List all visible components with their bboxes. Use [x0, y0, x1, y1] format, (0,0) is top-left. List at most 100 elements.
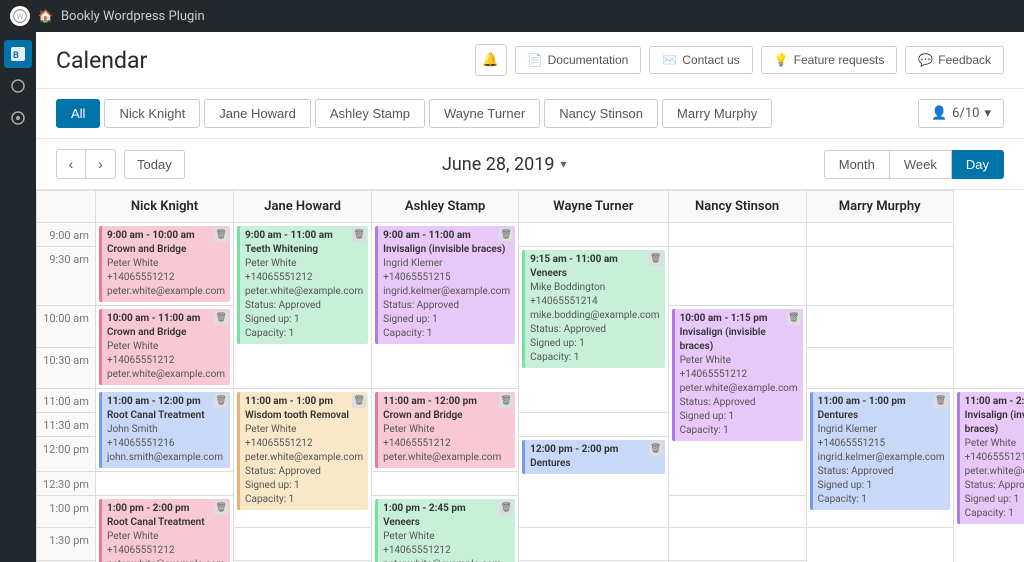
event-delete-button[interactable]: 🗑 [499, 228, 513, 242]
calendar-event: 🗑9:00 am - 11:00 amTeeth WhiteningPeter … [237, 226, 368, 344]
calendar-event: 🗑10:00 am - 1:15 pmInvisalign (invisible… [672, 309, 803, 441]
calendar-table-wrap: Nick Knight Jane Howard Ashley Stamp Way… [36, 190, 1024, 562]
app-layout: B Calendar 🔔 📄 Documentation ✉️ Contact … [0, 32, 1024, 562]
sidebar-circle[interactable] [4, 72, 32, 100]
calendar-cell[interactable] [806, 223, 953, 247]
calendar-cell[interactable] [668, 528, 806, 560]
notifications-button[interactable]: 🔔 [475, 44, 507, 76]
calendar-cell[interactable]: 🗑9:00 am - 11:00 amTeeth WhiteningPeter … [234, 223, 372, 389]
tab-ashley-stamp[interactable]: Ashley Stamp [315, 99, 425, 128]
calendar-cell[interactable]: 🗑1:00 pm - 2:00 pmRoot Canal TreatmentPe… [95, 496, 233, 562]
sidebar-arrow[interactable] [4, 104, 32, 132]
tab-all[interactable]: All [56, 99, 100, 128]
staff-count-value: 6/10 [952, 106, 979, 121]
calendar-cell[interactable]: 🗑9:00 am - 10:00 amCrown and BridgePeter… [95, 223, 233, 306]
col-header-marry: Marry Murphy [806, 191, 953, 223]
calendar-event: 🗑11:00 am - 1:00 pmWisdom tooth RemovalP… [237, 392, 368, 510]
time-label: 12:00 pm [37, 437, 96, 472]
event-delete-button[interactable]: 🗑 [499, 394, 513, 408]
next-button[interactable]: › [86, 149, 116, 179]
calendar-cell[interactable]: 🗑11:00 am - 1:00 pmDenturesIngrid Klemer… [806, 389, 953, 528]
event-delete-button[interactable]: 🗑 [934, 394, 948, 408]
calendar-cell[interactable]: 🗑11:00 am - 12:00 pmCrown and BridgePete… [372, 389, 519, 472]
calendar-nav: ‹ › Today June 28, 2019 ▾ Month Week Day [36, 139, 1024, 190]
plugin-name: Bookly Wordpress Plugin [61, 9, 205, 24]
calendar-event: 🗑11:00 am - 2:15 pmInvisalign (invisible… [957, 392, 1024, 524]
nav-arrows: ‹ › [56, 149, 116, 179]
event-delete-button[interactable]: 🗑 [352, 228, 366, 242]
calendar-cell[interactable]: 🗑11:00 am - 1:00 pmWisdom tooth RemovalP… [234, 389, 372, 528]
calendar-cell[interactable] [668, 223, 806, 247]
time-header [37, 191, 96, 223]
view-week-button[interactable]: Week [890, 150, 952, 179]
feedback-button[interactable]: 💬 Feedback [905, 46, 1004, 74]
calendar-event: 🗑11:00 am - 12:00 pmRoot Canal Treatment… [99, 392, 230, 468]
documentation-button[interactable]: 📄 Documentation [515, 46, 642, 74]
calendar-cell[interactable] [519, 223, 668, 247]
calendar-event: 🗑10:00 am - 11:00 amCrown and BridgePete… [99, 309, 230, 385]
calendar-cell[interactable]: 🗑11:00 am - 12:00 pmRoot Canal Treatment… [95, 389, 233, 472]
calendar-cell[interactable]: 🗑9:00 am - 11:00 amInvisalign (invisible… [372, 223, 519, 389]
staff-count[interactable]: 👤 6/10 ▾ [918, 99, 1004, 128]
prev-button[interactable]: ‹ [56, 149, 86, 179]
event-delete-button[interactable]: 🗑 [499, 501, 513, 515]
svg-text:B: B [13, 51, 19, 61]
calendar-cell[interactable] [806, 306, 953, 348]
col-header-nick: Nick Knight [95, 191, 233, 223]
tab-jane-howard[interactable]: Jane Howard [204, 99, 311, 128]
sidebar-bookly[interactable]: B [4, 40, 32, 68]
calendar-cell[interactable]: 🗑11:00 am - 2:15 pmInvisalign (invisible… [953, 389, 1024, 562]
page-header: Calendar 🔔 📄 Documentation ✉️ Contact us… [36, 32, 1024, 89]
calendar-event: 🗑11:00 am - 1:00 pmDenturesIngrid Klemer… [810, 392, 950, 510]
calendar-cell[interactable]: 🗑9:15 am - 11:00 amVeneersMike Boddingto… [519, 247, 668, 413]
tab-nick-knight[interactable]: Nick Knight [104, 99, 200, 128]
event-delete-button[interactable]: 🗑 [214, 501, 228, 515]
calendar-cell[interactable] [668, 496, 806, 528]
event-delete-button[interactable]: 🗑 [214, 394, 228, 408]
calendar-cell[interactable] [806, 347, 953, 389]
event-delete-button[interactable]: 🗑 [214, 311, 228, 325]
calendar-event: 🗑9:00 am - 10:00 amCrown and BridgePeter… [99, 226, 230, 302]
tab-marry-murphy[interactable]: Marry Murphy [662, 99, 772, 128]
event-delete-button[interactable]: 🗑 [787, 311, 801, 325]
event-delete-button[interactable]: 🗑 [649, 252, 663, 266]
home-icon: 🏠 [38, 9, 53, 23]
bulb-icon: 💡 [774, 53, 789, 67]
col-header-ashley: Ashley Stamp [372, 191, 519, 223]
time-label: 11:30 am [37, 413, 96, 437]
view-day-button[interactable]: Day [952, 150, 1004, 179]
tab-nancy-stinson[interactable]: Nancy Stinson [544, 99, 658, 128]
tab-wayne-turner[interactable]: Wayne Turner [429, 99, 540, 128]
calendar-cell[interactable] [806, 247, 953, 306]
col-header-jane: Jane Howard [234, 191, 372, 223]
calendar-cell[interactable] [234, 528, 372, 560]
time-label: 1:00 pm [37, 496, 96, 528]
date-dropdown-icon: ▾ [560, 157, 566, 171]
event-delete-button[interactable]: 🗑 [214, 228, 228, 242]
calendar-cell[interactable]: 🗑10:00 am - 1:15 pmInvisalign (invisible… [668, 306, 806, 496]
calendar-grid: Nick Knight Jane Howard Ashley Stamp Way… [36, 190, 1024, 562]
svg-text:W: W [17, 12, 24, 21]
calendar-cell[interactable] [95, 472, 233, 496]
topbar: W 🏠 Bookly Wordpress Plugin [0, 0, 1024, 32]
calendar-cell[interactable]: 🗑12:00 pm - 2:00 pmDentures [519, 437, 668, 528]
feature-requests-button[interactable]: 💡 Feature requests [761, 46, 898, 74]
calendar-cell[interactable] [668, 247, 806, 306]
page-title: Calendar [56, 47, 147, 74]
time-label: 1:30 pm [37, 528, 96, 560]
header-actions: 🔔 📄 Documentation ✉️ Contact us 💡 Featur… [475, 44, 1004, 76]
calendar-event: 🗑11:00 am - 12:00 pmCrown and BridgePete… [375, 392, 515, 468]
calendar-cell[interactable] [519, 528, 668, 560]
today-button[interactable]: Today [124, 150, 185, 179]
calendar-cell[interactable]: 🗑10:00 am - 11:00 amCrown and BridgePete… [95, 306, 233, 389]
event-delete-button[interactable]: 🗑 [352, 394, 366, 408]
doc-icon: 📄 [528, 53, 543, 67]
time-label: 10:30 am [37, 347, 96, 389]
calendar-event: 🗑1:00 pm - 2:45 pmVeneersPeter White+140… [375, 499, 515, 562]
event-delete-button[interactable]: 🗑 [649, 442, 663, 456]
contact-button[interactable]: ✉️ Contact us [649, 46, 752, 74]
calendar-cell[interactable]: 🗑1:00 pm - 2:45 pmVeneersPeter White+140… [372, 496, 519, 562]
time-label: 9:30 am [37, 247, 96, 306]
calendar-date[interactable]: June 28, 2019 ▾ [185, 154, 824, 175]
view-month-button[interactable]: Month [824, 150, 890, 179]
